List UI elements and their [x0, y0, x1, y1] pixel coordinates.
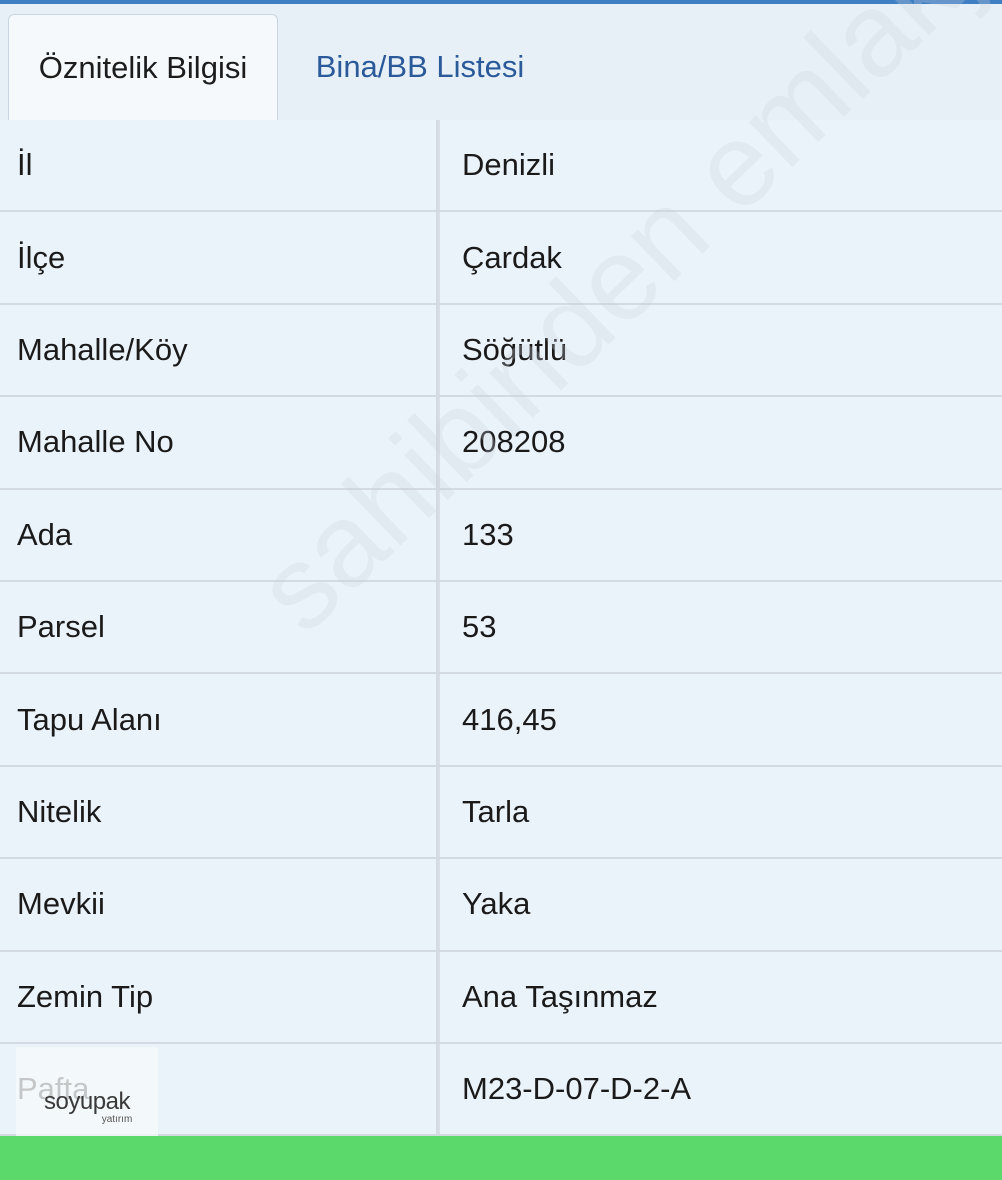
row-value: 208208 [440, 397, 1002, 488]
attribute-table: İl Denizli İlçe Çardak Mahalle/Köy Söğüt… [0, 120, 1002, 1137]
table-row: Mahalle/Köy Söğütlü [0, 304, 1002, 398]
row-label: Zemin Tip [0, 951, 438, 1042]
row-value: Denizli [440, 120, 1002, 211]
table-row: Ada 133 [0, 489, 1002, 582]
row-value: 53 [440, 581, 1002, 673]
row-value: 133 [440, 489, 1002, 580]
table-row: Mahalle No 208208 [0, 397, 1002, 490]
row-label: İlçe [0, 212, 438, 303]
table-row: Zemin Tip Ana Taşınmaz [0, 951, 1002, 1044]
footer-bar [0, 1136, 1002, 1180]
table-row: Tapu Alanı 416,45 [0, 674, 1002, 767]
row-label: Parsel [0, 581, 438, 673]
tab-bina-bb-listesi[interactable]: Bina/BB Listesi [282, 14, 558, 120]
table-row: Pafta M23-D-07-D-2-A [0, 1043, 1002, 1137]
tab-oznitelik-bilgisi[interactable]: Öznitelik Bilgisi [8, 14, 278, 120]
row-label: Ada [0, 489, 438, 580]
tab-bar: Öznitelik Bilgisi Bina/BB Listesi [0, 4, 1002, 120]
row-label: İl [0, 120, 438, 211]
row-label: Nitelik [0, 766, 438, 858]
row-value: 416,45 [440, 674, 1002, 765]
row-value: Çardak [440, 212, 1002, 303]
table-row: Mevkii Yaka [0, 859, 1002, 952]
row-label: Mahalle/Köy [0, 304, 438, 396]
table-row: İlçe Çardak [0, 212, 1002, 305]
row-value: M23-D-07-D-2-A [440, 1043, 1002, 1135]
row-label: Mevkii [0, 859, 438, 950]
row-label: Tapu Alanı [0, 674, 438, 765]
row-label: Pafta [0, 1043, 438, 1135]
table-row: Parsel 53 [0, 581, 1002, 675]
row-value: Ana Taşınmaz [440, 951, 1002, 1042]
row-value: Tarla [440, 766, 1002, 858]
table-row: Nitelik Tarla [0, 766, 1002, 860]
row-value: Yaka [440, 859, 1002, 950]
table-row: İl Denizli [0, 120, 1002, 213]
row-value: Söğütlü [440, 304, 1002, 396]
row-label: Mahalle No [0, 397, 438, 488]
